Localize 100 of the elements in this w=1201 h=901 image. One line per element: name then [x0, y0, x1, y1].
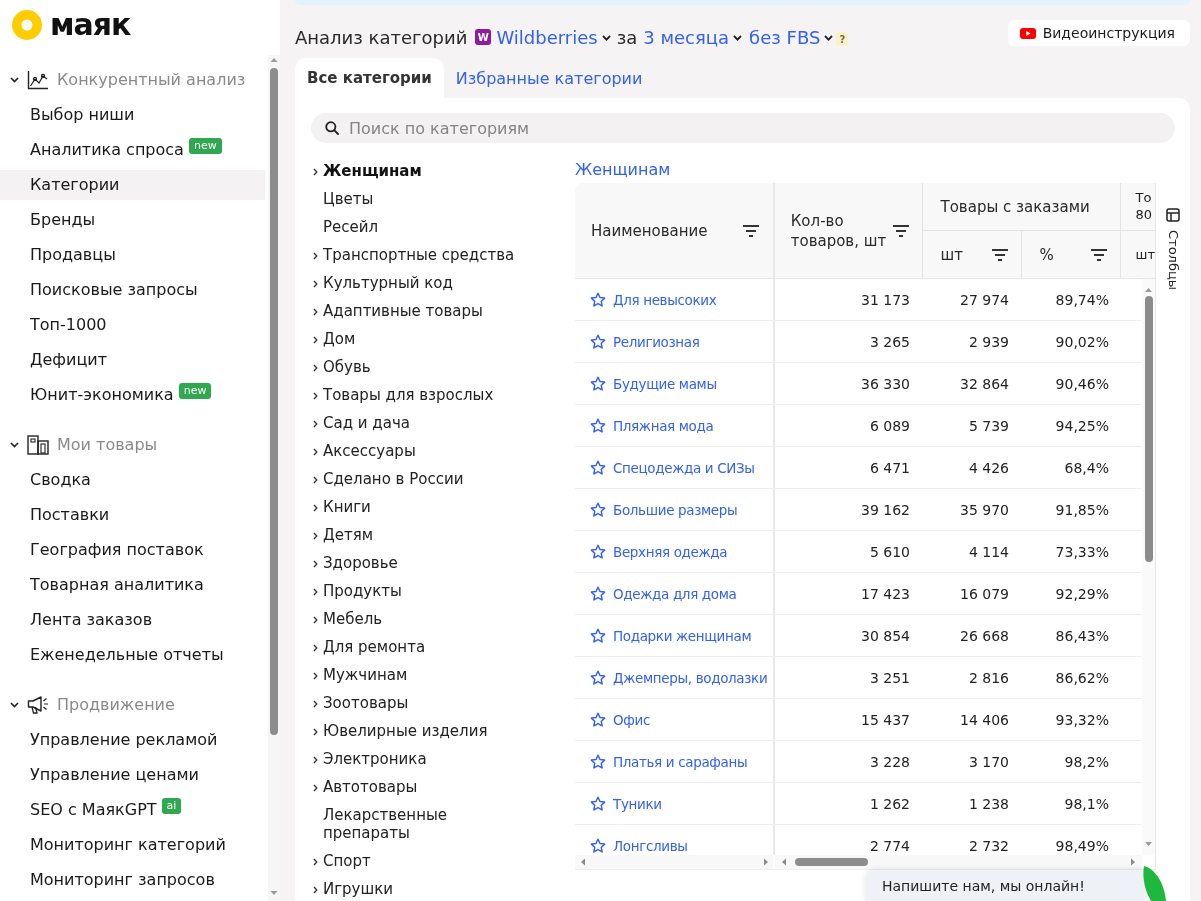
sidebar-scrollbar[interactable]: [268, 55, 280, 901]
nav-item[interactable]: Мониторинг категорий: [30, 829, 226, 860]
chat-widget[interactable]: Напишите нам, мы онлайн!: [866, 870, 1145, 901]
category-link[interactable]: Платья и сарафаны: [613, 753, 748, 770]
tree-item[interactable]: Адаптивные товары: [313, 302, 483, 320]
star-icon[interactable]: [590, 375, 606, 392]
category-link[interactable]: Будущие мамы: [613, 375, 717, 392]
nav-item[interactable]: SEO с МаякGPT ai: [30, 794, 182, 825]
category-link[interactable]: Туники: [613, 795, 662, 812]
tree-item[interactable]: Игрушки: [313, 880, 394, 898]
filter-icon[interactable]: [892, 224, 909, 237]
star-icon[interactable]: [590, 837, 606, 854]
tree-item[interactable]: Лекарственные препараты: [313, 806, 528, 842]
tree-item[interactable]: Продукты: [313, 582, 402, 600]
nav-item[interactable]: Управление ценами: [30, 759, 199, 790]
period-dropdown[interactable]: 3 месяца: [643, 26, 743, 48]
breadcrumb-link[interactable]: Женщинам: [575, 160, 671, 180]
nav-item[interactable]: Лента заказов: [30, 604, 153, 635]
tree-item[interactable]: Обувь: [313, 358, 371, 376]
star-icon[interactable]: [590, 585, 606, 602]
product-count: 3 265: [869, 333, 910, 350]
nav-item[interactable]: Дефицит: [30, 344, 108, 375]
horizontal-scrollbar[interactable]: [575, 855, 775, 869]
marketplace-dropdown[interactable]: Wildberries: [496, 26, 611, 48]
nav-item[interactable]: Аналитика спроса new: [30, 134, 222, 165]
tree-item[interactable]: Мебель: [313, 610, 383, 628]
category-link[interactable]: Религиозная: [613, 333, 700, 350]
tree-item[interactable]: Электроника: [313, 750, 427, 768]
tree-item[interactable]: Мужчинам: [313, 666, 408, 684]
tree-item[interactable]: Здоровье: [313, 554, 398, 572]
tree-item[interactable]: Ресейл: [313, 218, 379, 236]
filter-icon[interactable]: [991, 248, 1008, 261]
horizontal-scrollbar[interactable]: [775, 855, 1142, 869]
tree-item[interactable]: Сад и дача: [313, 414, 410, 432]
tab[interactable]: Все категории: [295, 58, 444, 98]
tree-item[interactable]: Цветы: [313, 190, 374, 208]
nav-item[interactable]: Еженедельные отчеты: [30, 639, 224, 670]
category-link[interactable]: Лонгсливы: [613, 837, 688, 854]
star-icon[interactable]: [590, 795, 606, 812]
filter-icon[interactable]: [742, 224, 759, 237]
category-link[interactable]: Верхняя одежда: [613, 543, 728, 560]
tree-item[interactable]: Для ремонта: [313, 638, 426, 656]
tree-item[interactable]: Зоотовары: [313, 694, 409, 712]
video-instruction-button[interactable]: Видеоинструкция: [1007, 20, 1190, 46]
tab[interactable]: Избранные категории: [443, 58, 655, 98]
tree-item[interactable]: Спорт: [313, 852, 371, 870]
star-icon[interactable]: [590, 753, 606, 770]
orders-percent: 93,32%: [1055, 711, 1109, 728]
nav-item[interactable]: Продавцы: [30, 239, 116, 270]
filter-icon[interactable]: [1090, 248, 1107, 261]
product-count: 6 089: [869, 417, 910, 434]
star-icon[interactable]: [590, 291, 606, 308]
nav-item[interactable]: Выбор ниши: [30, 99, 135, 130]
orders-count: 2 732: [968, 837, 1009, 854]
tree-item[interactable]: Женщинам: [313, 162, 422, 180]
fbs-dropdown[interactable]: без FBS: [749, 26, 834, 48]
category-link[interactable]: Пляжная мода: [613, 417, 714, 434]
category-link[interactable]: Офис: [613, 711, 650, 728]
nav-item[interactable]: География поставок: [30, 534, 204, 565]
nav-item[interactable]: Поставки: [30, 499, 110, 530]
star-icon[interactable]: [590, 501, 606, 518]
tree-item[interactable]: Сделано в России: [313, 470, 464, 488]
tree-item[interactable]: Детям: [313, 526, 374, 544]
star-icon[interactable]: [590, 543, 606, 560]
category-link[interactable]: Большие размеры: [613, 501, 738, 518]
category-link[interactable]: Для невысоких: [613, 291, 717, 308]
nav-item[interactable]: Управление рекламой: [30, 724, 218, 755]
orders-percent: 90,46%: [1055, 375, 1109, 392]
star-icon[interactable]: [590, 333, 606, 350]
chevron-right-icon: [313, 448, 318, 456]
star-icon[interactable]: [590, 459, 606, 476]
help-badge[interactable]: ?: [836, 32, 849, 46]
nav-item[interactable]: Юнит-экономика new: [30, 379, 212, 410]
nav-item[interactable]: Бренды: [30, 204, 96, 235]
nav-item[interactable]: Категории: [0, 169, 265, 200]
tree-item[interactable]: Культурный код: [313, 274, 453, 292]
nav-item[interactable]: Мониторинг запросов: [30, 864, 215, 895]
tree-item[interactable]: Ювелирные изделия: [313, 722, 488, 740]
category-link[interactable]: Спецодежда и СИЗы: [613, 459, 755, 476]
nav-item[interactable]: Топ-1000: [30, 309, 107, 340]
star-icon[interactable]: [590, 417, 606, 434]
tree-item[interactable]: Аксессуары: [313, 442, 416, 460]
chat-launcher-icon[interactable]: [1142, 866, 1166, 901]
columns-toggle[interactable]: Столбцы: [1165, 183, 1181, 291]
column-header: %: [1039, 244, 1054, 265]
tree-item[interactable]: Транспортные средства: [313, 246, 515, 264]
star-icon[interactable]: [590, 711, 606, 728]
nav-item[interactable]: Поисковые запросы: [30, 274, 198, 305]
tree-item[interactable]: Дом: [313, 330, 356, 348]
category-link[interactable]: Одежда для дома: [613, 585, 737, 602]
star-icon[interactable]: [590, 669, 606, 686]
tree-item[interactable]: Книги: [313, 498, 371, 516]
tree-item[interactable]: Товары для взрослых: [313, 386, 494, 404]
category-link[interactable]: Джемперы, водолазки: [613, 669, 768, 686]
column-group-header: Товары с заказами: [940, 196, 1090, 217]
category-link[interactable]: Подарки женщинам: [613, 627, 752, 644]
tree-item[interactable]: Автотовары: [313, 778, 418, 796]
nav-item[interactable]: Товарная аналитика: [30, 569, 204, 600]
nav-item[interactable]: Сводка: [30, 464, 91, 495]
star-icon[interactable]: [590, 627, 606, 644]
